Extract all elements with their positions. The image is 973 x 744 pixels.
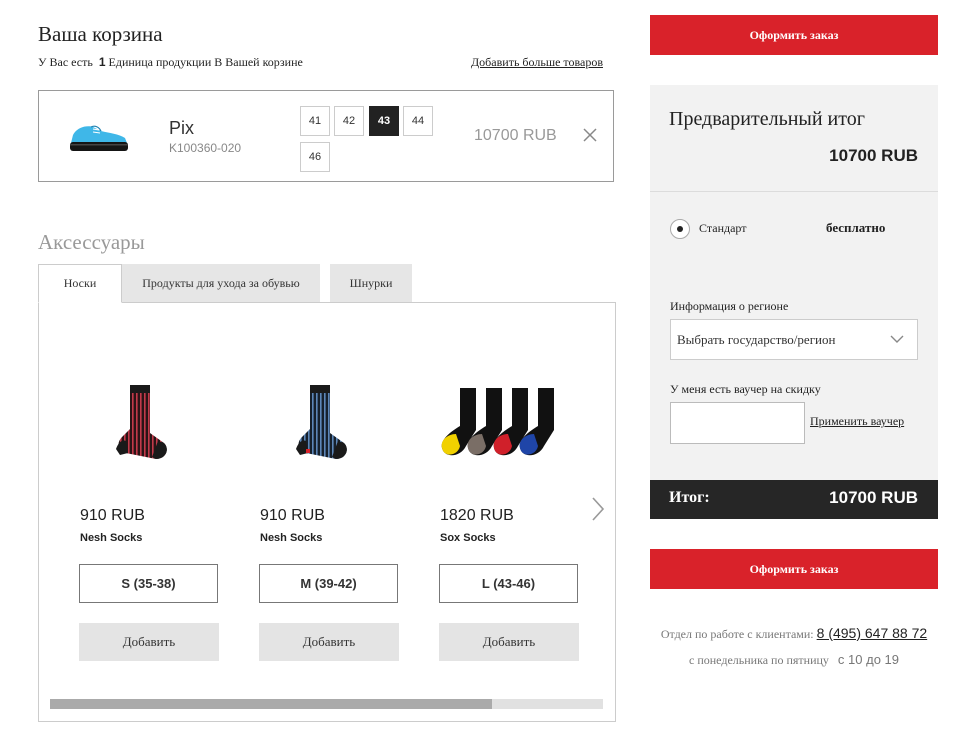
product-price: 10700 RUB [474, 127, 557, 144]
four-sock-pack [441, 388, 554, 456]
accessory-name[interactable]: Sox Socks [440, 532, 496, 544]
shipping-standard-radio[interactable] [670, 219, 690, 239]
red-striped-sock [116, 385, 167, 459]
accessory-name[interactable]: Nesh Socks [260, 532, 322, 544]
size-option-44[interactable]: 44 [403, 106, 433, 136]
accessory-size-select[interactable]: S (35-38) [79, 564, 218, 603]
accessory-price: 910 RUB [80, 507, 145, 524]
cart-summary-text: У Вас есть 1 Единица продукции В Вашей к… [38, 55, 303, 70]
tab-laces[interactable]: Шнурки [330, 264, 412, 302]
summary-divider [650, 191, 938, 192]
tab-shoe-care[interactable]: Продукты для ухода за обувью [122, 264, 320, 302]
product-sku: K100360-020 [169, 141, 242, 155]
customer-service-line: Отдел по работе с клиентами: 8 (495) 647… [650, 625, 938, 642]
accessory-size-select[interactable]: M (39-42) [259, 564, 398, 603]
subtotal-value: 10700 RUB [829, 146, 918, 165]
accessory-size-select[interactable]: L (43-46) [439, 564, 578, 603]
size-option-43-selected[interactable]: 43 [369, 106, 399, 136]
customer-service-label: Отдел по работе с клиентами: [660, 627, 814, 641]
voucher-label: У меня есть ваучер на скидку [670, 382, 821, 396]
size-option-41[interactable]: 41 [300, 106, 330, 136]
customer-service-phone[interactable]: 8 (495) 647 88 72 [817, 625, 928, 641]
add-more-products-link[interactable]: Добавить больше товаров [471, 55, 603, 70]
cart-summary-suffix: Единица продукции В Вашей корзине [108, 55, 303, 69]
shoe-image [70, 125, 128, 151]
chevron-right-icon[interactable] [590, 496, 606, 522]
chevron-down-icon [890, 335, 904, 343]
add-accessory-button[interactable]: Добавить [439, 623, 579, 661]
shipping-option-label: Стандарт [699, 221, 747, 235]
accessory-price: 1820 RUB [440, 507, 514, 524]
carousel-scrollbar-thumb[interactable] [50, 699, 492, 709]
product-name[interactable]: Pix [169, 118, 194, 139]
close-icon[interactable] [582, 127, 598, 143]
accessory-price: 910 RUB [260, 507, 325, 524]
working-hours: с 10 до 19 [837, 652, 899, 667]
cart-item-count: 1 [98, 55, 106, 69]
checkout-button-bottom[interactable]: Оформить заказ [650, 549, 938, 589]
cart-title: Ваша корзина [38, 22, 163, 46]
accessory-name[interactable]: Nesh Socks [80, 532, 142, 544]
size-option-42[interactable]: 42 [334, 106, 364, 136]
region-label: Информация о регионе [670, 299, 789, 313]
checkout-button-top[interactable]: Оформить заказ [650, 15, 938, 55]
working-days: с понедельника по пятницу [689, 653, 829, 667]
cart-product-row: Pix K100360-020 41 42 43 44 46 10700 RUB [38, 90, 614, 182]
add-accessory-button[interactable]: Добавить [79, 623, 219, 661]
region-select-value: Выбрать государство/регион [677, 331, 836, 347]
size-option-46[interactable]: 46 [300, 142, 330, 172]
apply-voucher-link[interactable]: Применить ваучер [810, 414, 904, 429]
blue-striped-sock [296, 385, 347, 459]
subtotal-title: Предварительный итог [669, 108, 865, 130]
total-value: 10700 RUB [829, 488, 918, 507]
region-select[interactable]: Выбрать государство/регион [670, 319, 918, 360]
accessories-title: Аксессуары [38, 230, 145, 254]
working-hours-line: с понедельника по пятницу с 10 до 19 [650, 652, 938, 668]
tab-socks[interactable]: Носки [38, 264, 122, 303]
shipping-price: бесплатно [826, 220, 886, 235]
voucher-input[interactable] [670, 402, 805, 444]
cart-summary-prefix: У Вас есть [38, 55, 93, 69]
add-accessory-button[interactable]: Добавить [259, 623, 399, 661]
